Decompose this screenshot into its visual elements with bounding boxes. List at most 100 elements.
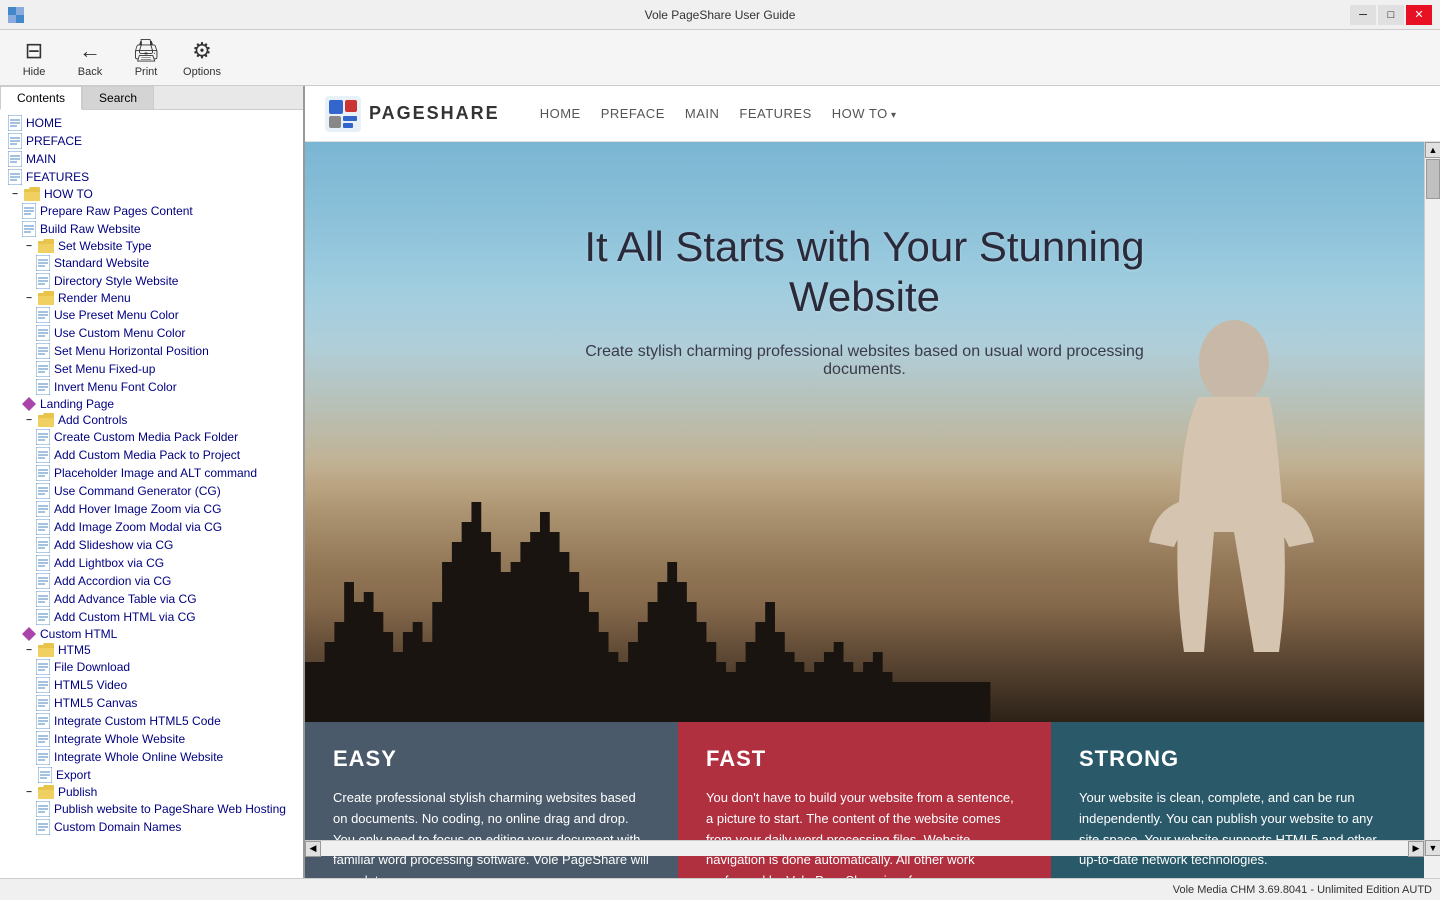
expand-icon-addcontrols: −: [22, 415, 36, 426]
content-inner[interactable]: It All Starts with Your Stunning Website…: [305, 142, 1440, 878]
tree-item-howto[interactable]: − HOW TO: [0, 186, 303, 202]
scroll-right-button[interactable]: ▶: [1408, 841, 1424, 857]
page-icon: [8, 151, 22, 167]
tree-label: Integrate Whole Online Website: [54, 750, 223, 764]
tree-label: Export: [56, 768, 91, 782]
tree-item-prepare[interactable]: Prepare Raw Pages Content: [0, 202, 303, 220]
page-icon: [36, 713, 50, 729]
tree-label: Set Menu Horizontal Position: [54, 344, 209, 358]
tree-item-publishweb[interactable]: Publish website to PageShare Web Hosting: [0, 800, 303, 818]
tree-label: FEATURES: [26, 170, 89, 184]
tree-item-html5video[interactable]: HTML5 Video: [0, 676, 303, 694]
content-scroll[interactable]: It All Starts with Your Stunning Website…: [305, 142, 1440, 878]
tree-item-integrateonline[interactable]: Integrate Whole Online Website: [0, 748, 303, 766]
scroll-left-button[interactable]: ◀: [305, 841, 321, 857]
maximize-button[interactable]: □: [1378, 5, 1404, 25]
bottom-scrollbar[interactable]: ◀ ▶: [305, 840, 1424, 856]
tree-item-imagezoom[interactable]: Add Image Zoom Modal via CG: [0, 518, 303, 536]
tree-item-preface[interactable]: PREFACE: [0, 132, 303, 150]
tree-label: Set Website Type: [58, 239, 152, 253]
page-icon: [36, 677, 50, 693]
tree-item-build[interactable]: Build Raw Website: [0, 220, 303, 238]
tree-item-accordion[interactable]: Add Accordion via CG: [0, 572, 303, 590]
tree-item-addmedia[interactable]: Add Custom Media Pack to Project: [0, 446, 303, 464]
nav-main[interactable]: MAIN: [685, 102, 720, 125]
tree-item-html5canvas[interactable]: HTML5 Canvas: [0, 694, 303, 712]
tree-item-publish[interactable]: − Publish: [0, 784, 303, 800]
tree-item-commandgen[interactable]: Use Command Generator (CG): [0, 482, 303, 500]
print-icon: 🖨: [132, 38, 160, 64]
tab-contents[interactable]: Contents: [0, 86, 82, 110]
minimize-button[interactable]: ─: [1350, 5, 1376, 25]
page-icon: [36, 519, 50, 535]
print-label: Print: [135, 66, 158, 78]
page-icon: [38, 767, 52, 783]
logo-svg-icon: [325, 96, 361, 132]
window-title: Vole PageShare User Guide: [645, 8, 796, 22]
nav-features[interactable]: FEATURES: [739, 102, 811, 125]
tree-item-directory[interactable]: Directory Style Website: [0, 272, 303, 290]
tree-item-menuhoriz[interactable]: Set Menu Horizontal Position: [0, 342, 303, 360]
close-button[interactable]: ✕: [1406, 5, 1432, 25]
tree-item-slideshow[interactable]: Add Slideshow via CG: [0, 536, 303, 554]
nav-home[interactable]: HOME: [540, 102, 581, 125]
print-button[interactable]: 🖨 Print: [120, 34, 172, 82]
tree-item-placeholder[interactable]: Placeholder Image and ALT command: [0, 464, 303, 482]
tree-item-standard[interactable]: Standard Website: [0, 254, 303, 272]
back-button[interactable]: ← Back: [64, 34, 116, 82]
tree-container[interactable]: HOME PREFACE MAIN FEATURES − HOW TO: [0, 110, 303, 878]
page-icon: [36, 465, 50, 481]
scroll-thumb[interactable]: [1426, 159, 1440, 199]
tree-item-filedownload[interactable]: File Download: [0, 658, 303, 676]
tree-item-export[interactable]: Export: [0, 766, 303, 784]
tree-item-createmedia[interactable]: Create Custom Media Pack Folder: [0, 428, 303, 446]
tree-item-lightbox[interactable]: Add Lightbox via CG: [0, 554, 303, 572]
tree-label: Integrate Custom HTML5 Code: [54, 714, 221, 728]
tree-label: Add Hover Image Zoom via CG: [54, 502, 221, 516]
tree-item-custommenu[interactable]: Use Custom Menu Color: [0, 324, 303, 342]
expand-icon-rendermenu: −: [22, 293, 36, 304]
tree-item-customhtml[interactable]: Custom HTML: [0, 626, 303, 642]
tree-item-customhtml-cg[interactable]: Add Custom HTML via CG: [0, 608, 303, 626]
tree-item-landingpage[interactable]: Landing Page: [0, 396, 303, 412]
page-icon: [36, 379, 50, 395]
tree-item-hoverimage[interactable]: Add Hover Image Zoom via CG: [0, 500, 303, 518]
tree-label: Standard Website: [54, 256, 149, 270]
diamond-icon: [22, 627, 36, 641]
expand-icon-publish: −: [22, 787, 36, 798]
scroll-down-button[interactable]: ▼: [1425, 840, 1440, 856]
tree-label: HTML5 Canvas: [54, 696, 137, 710]
back-label: Back: [78, 66, 102, 78]
tree-label: Invert Menu Font Color: [54, 380, 177, 394]
folder-open-icon: [38, 643, 54, 657]
tree-item-setwebtype[interactable]: − Set Website Type: [0, 238, 303, 254]
tree-item-home[interactable]: HOME: [0, 114, 303, 132]
page-icon: [36, 609, 50, 625]
right-scrollbar[interactable]: ▲ ▼: [1424, 142, 1440, 856]
feature-title-easy: EASY: [333, 746, 650, 772]
tree-item-customdomain[interactable]: Custom Domain Names: [0, 818, 303, 836]
nav-preface[interactable]: PREFACE: [601, 102, 665, 125]
tree-item-main[interactable]: MAIN: [0, 150, 303, 168]
tree-item-invertmenu[interactable]: Invert Menu Font Color: [0, 378, 303, 396]
expand-icon-howto: −: [8, 189, 22, 200]
page-icon: [8, 133, 22, 149]
tree-item-integratecustom[interactable]: Integrate Custom HTML5 Code: [0, 712, 303, 730]
hide-button[interactable]: ⊟ Hide: [8, 34, 60, 82]
options-button[interactable]: ⚙ Options: [176, 34, 228, 82]
tree-item-html5[interactable]: − HTM5: [0, 642, 303, 658]
tree-label: Add Slideshow via CG: [54, 538, 173, 552]
tree-label: File Download: [54, 660, 130, 674]
page-icon: [36, 343, 50, 359]
tree-item-features[interactable]: FEATURES: [0, 168, 303, 186]
tree-item-addcontrols[interactable]: − Add Controls: [0, 412, 303, 428]
nav-howto[interactable]: HOW TO: [832, 102, 897, 125]
tree-item-advtable[interactable]: Add Advance Table via CG: [0, 590, 303, 608]
tree-item-integratewhole[interactable]: Integrate Whole Website: [0, 730, 303, 748]
scroll-up-button[interactable]: ▲: [1425, 142, 1440, 158]
tree-item-menufixed[interactable]: Set Menu Fixed-up: [0, 360, 303, 378]
tab-search[interactable]: Search: [82, 86, 154, 109]
tree-item-rendermenu[interactable]: − Render Menu: [0, 290, 303, 306]
tree-item-presetcolor[interactable]: Use Preset Menu Color: [0, 306, 303, 324]
status-text: Vole Media CHM 3.69.8041 - Unlimited Edi…: [1173, 884, 1432, 896]
